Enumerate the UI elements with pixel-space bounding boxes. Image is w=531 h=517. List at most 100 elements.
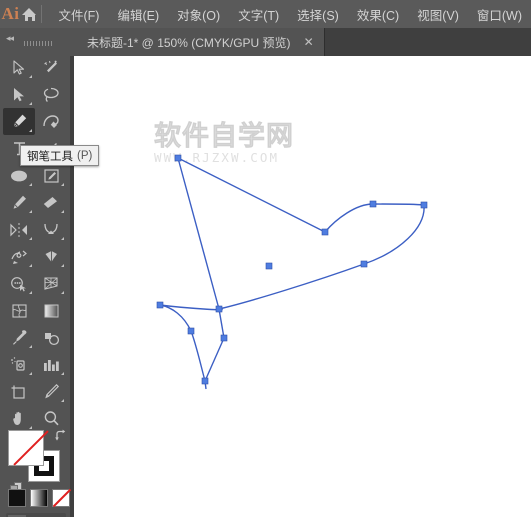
path-segment-wing-leading-left — [324, 203, 374, 233]
artboard-icon — [11, 385, 25, 399]
paintbrush-tool[interactable] — [35, 162, 67, 189]
flyout-indicator — [61, 291, 64, 294]
pencil-icon — [13, 195, 26, 209]
path-segment-top-to-wingtip — [177, 157, 326, 233]
anchor-point — [369, 200, 377, 208]
anchor-point — [360, 260, 368, 268]
magic-wand-icon — [44, 60, 57, 72]
menu-effect[interactable]: 效果(C) — [348, 2, 408, 27]
anchor-point — [201, 377, 209, 385]
menu-items: 文件(F) 编辑(E) 对象(O) 文字(T) 选择(S) 效果(C) 视图(V… — [50, 2, 531, 27]
flyout-indicator — [61, 372, 64, 375]
scale-warp-icon — [44, 223, 58, 234]
path-segment-wing-trailing-upper — [363, 204, 425, 265]
curvature-tool[interactable] — [35, 108, 67, 135]
selection-tool[interactable] — [3, 54, 35, 81]
direct-selection-tool[interactable] — [3, 81, 35, 108]
menu-view[interactable]: 视图(V) — [408, 2, 468, 27]
arrow-solid-icon — [14, 87, 24, 101]
pencil-tool[interactable] — [3, 189, 35, 216]
tool-panel: ◂◂ — [0, 28, 72, 517]
none-slash-icon — [52, 488, 72, 508]
shape-builder-tool[interactable] — [3, 270, 35, 297]
rotate-tool[interactable] — [3, 216, 35, 243]
flyout-indicator — [61, 264, 64, 267]
draw-mode-row — [6, 513, 66, 517]
blend-tool[interactable] — [35, 324, 67, 351]
perspective-grid-tool[interactable] — [35, 270, 67, 297]
reflect-icon — [10, 222, 27, 237]
slice-tool[interactable] — [35, 378, 67, 405]
close-icon[interactable]: ✕ — [304, 36, 314, 48]
menu-file[interactable]: 文件(F) — [50, 2, 109, 27]
anchor-point — [156, 301, 164, 309]
gradient-button[interactable] — [30, 489, 48, 507]
pen-tool[interactable] — [3, 108, 35, 135]
tooltip-label: 钢笔工具 — [27, 150, 73, 163]
path-segment-tail-to-left-tip — [159, 304, 192, 332]
magnifier-icon — [44, 411, 59, 426]
none-button[interactable] — [52, 488, 72, 508]
width-tool[interactable] — [3, 243, 35, 270]
ellipse-icon — [11, 170, 27, 181]
color-button[interactable] — [8, 489, 26, 507]
menu-window[interactable]: 窗口(W) — [468, 2, 531, 27]
anchor-point — [187, 327, 195, 335]
eyedropper-tool[interactable] — [3, 324, 35, 351]
fill-swatch-none[interactable] — [8, 430, 49, 466]
document-tab-title: 未标题-1* @ 150% (CMYK/GPU 预览) — [87, 35, 291, 50]
path-segment-tail-left-curve — [190, 330, 206, 382]
hand-icon — [12, 411, 21, 425]
free-transform-icon — [45, 250, 57, 262]
column-graph-tool[interactable] — [35, 351, 67, 378]
width-tool-icon — [11, 250, 27, 264]
airplane-path[interactable] — [74, 56, 531, 517]
anchor-point — [265, 262, 273, 270]
path-segment-body-to-tail-root — [218, 308, 225, 339]
artboard-tool[interactable] — [3, 378, 35, 405]
gradient-tool[interactable] — [35, 297, 67, 324]
flyout-indicator — [29, 102, 32, 105]
magic-wand-tool[interactable] — [35, 54, 67, 81]
menu-select[interactable]: 选择(S) — [288, 2, 348, 27]
menu-edit[interactable]: 编辑(E) — [108, 2, 168, 27]
collapse-icon[interactable]: ◂◂ — [6, 33, 14, 44]
eraser-tool[interactable] — [35, 189, 67, 216]
flyout-indicator — [29, 345, 32, 348]
none-slash-icon — [13, 430, 49, 466]
document-tab[interactable]: 未标题-1* @ 150% (CMYK/GPU 预览) ✕ — [74, 28, 325, 56]
arrow-outline-icon — [13, 59, 25, 75]
path-segment-wing-trailing-lower — [218, 263, 365, 310]
tooltip-shortcut: (P) — [77, 149, 93, 162]
home-button[interactable] — [21, 0, 39, 28]
menu-type[interactable]: 文字(T) — [229, 2, 288, 27]
flyout-indicator — [61, 210, 64, 213]
perspective-grid-icon — [44, 276, 58, 290]
free-transform-tool[interactable] — [35, 243, 67, 270]
lasso-icon — [43, 87, 59, 102]
fill-mode-row — [8, 488, 72, 508]
flyout-indicator — [29, 237, 32, 240]
home-icon — [22, 7, 37, 21]
canvas-area[interactable]: 软件自学网 WWW.RJZXW.COM — [74, 56, 531, 517]
document-tab-bar: 未标题-1* @ 150% (CMYK/GPU 预览) ✕ — [74, 28, 531, 56]
anchor-point — [420, 201, 428, 209]
scale-tool[interactable] — [35, 216, 67, 243]
ellipse-tool[interactable] — [3, 162, 35, 189]
menu-divider — [40, 5, 42, 23]
slice-knife-icon — [44, 383, 59, 399]
lasso-tool[interactable] — [35, 81, 67, 108]
gradient-icon — [44, 304, 58, 317]
flyout-indicator — [61, 399, 64, 402]
color-controls — [0, 426, 72, 517]
menu-object[interactable]: 对象(O) — [168, 2, 229, 27]
eyedropper-icon — [12, 330, 26, 345]
flyout-indicator — [29, 183, 32, 186]
mesh-tool[interactable] — [3, 297, 35, 324]
panel-grip[interactable] — [24, 41, 52, 46]
illustrator-window: Ai 文件(F) 编辑(E) 对象(O) 文字(T) 选择(S) 效果(C) 视… — [0, 0, 531, 517]
bar-graph-icon — [44, 359, 59, 371]
path-segment-fuselage-left — [177, 157, 220, 310]
swap-arrow-icon[interactable] — [54, 429, 68, 443]
symbol-sprayer-tool[interactable] — [3, 351, 35, 378]
